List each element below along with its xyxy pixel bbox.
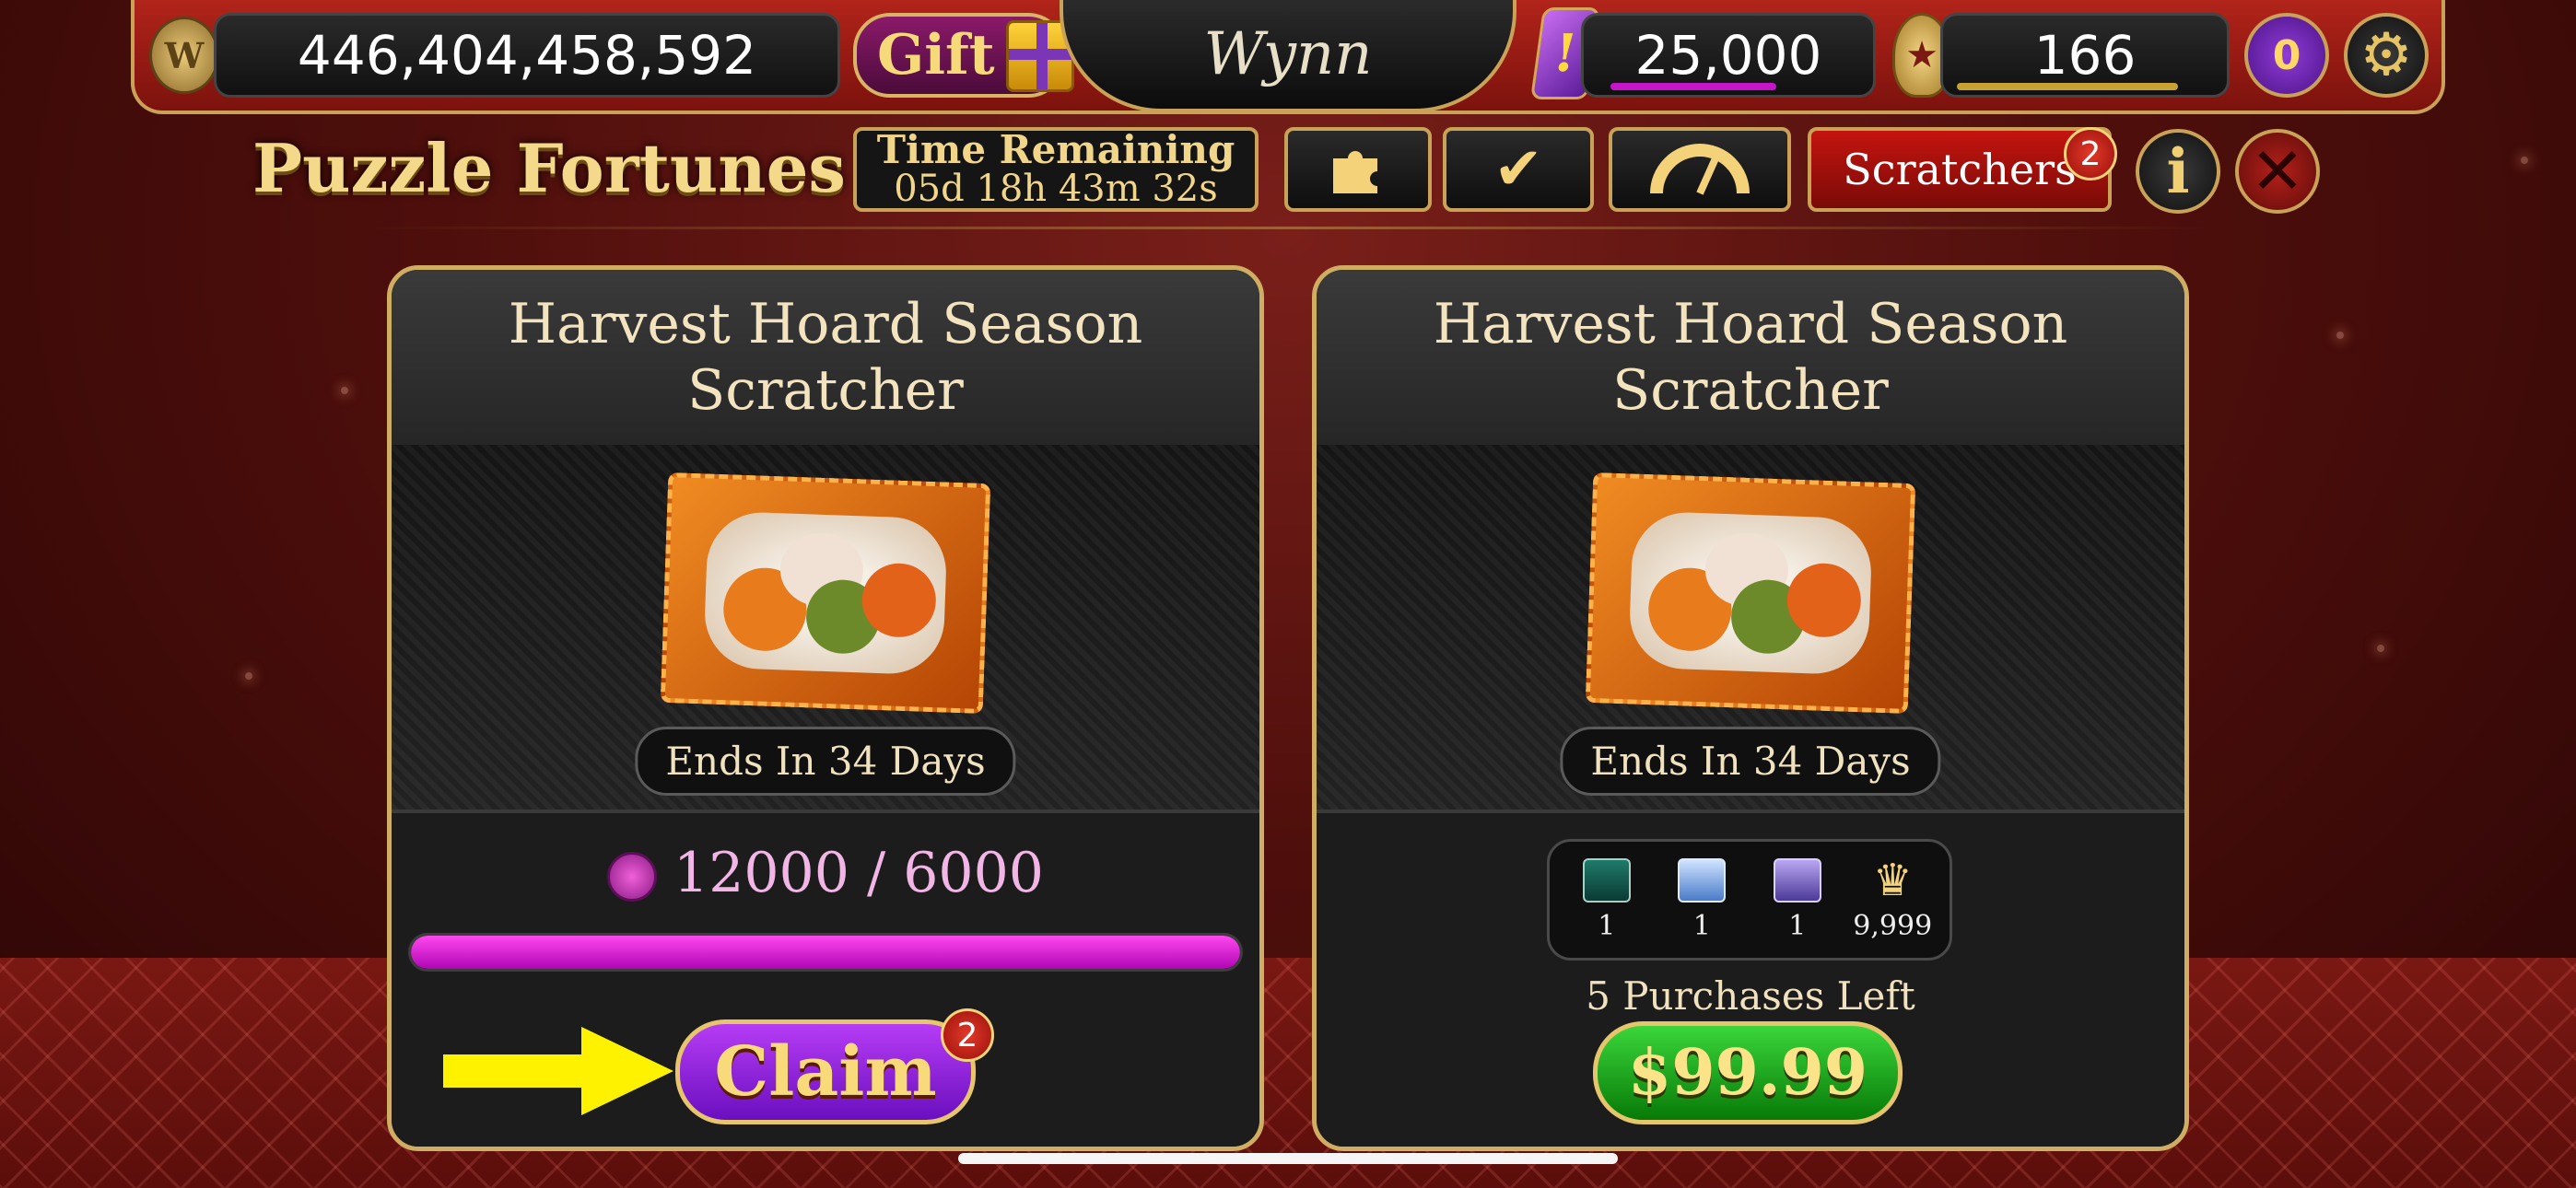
close-icon[interactable]: ✕ <box>2235 129 2320 214</box>
scratcher-token-icon <box>607 852 658 903</box>
time-remaining-value: 05d 18h 43m 32s <box>894 168 1218 210</box>
gift-button[interactable]: Gift <box>853 13 1074 98</box>
yellow-arrow-icon <box>443 1027 673 1115</box>
tab-scratchers-label: Scratchers <box>1843 145 2077 194</box>
reward-qty: 1 <box>1598 909 1616 942</box>
pumpkin-scratcher-ticket-image <box>660 472 991 715</box>
vip-button[interactable]: 0 <box>2244 13 2329 98</box>
reward-item: 1 <box>1656 857 1748 942</box>
card-art-area: Ends In 34 Days <box>1317 445 2184 813</box>
gift-label: Gift <box>877 23 995 87</box>
reward-qty: 1 <box>1692 909 1711 942</box>
scratcher-card-purchase: Harvest Hoard Season Scratcher Ends In 3… <box>1312 265 2189 1151</box>
scratchers-notification-badge: 2 <box>2064 127 2117 181</box>
tab-scratchers[interactable]: Scratchers <box>1808 127 2112 212</box>
coin-icon[interactable]: W <box>149 17 219 94</box>
pumpkin-scratcher-ticket-image <box>1585 472 1916 715</box>
tab-progress[interactable] <box>1609 127 1791 212</box>
buy-button[interactable]: $99.99 <box>1593 1021 1903 1124</box>
wynn-logo: Wynn <box>1060 0 1516 112</box>
sparkle-decoration <box>245 672 252 680</box>
crown-icon: ♛ <box>1872 854 1913 906</box>
progress-bar-fill <box>411 936 1240 969</box>
progress-text: 12000 / 6000 <box>673 841 1044 905</box>
tab-completed[interactable]: ✔ <box>1443 127 1594 212</box>
level-progress-bar <box>1957 83 2178 90</box>
progress-bar <box>408 933 1243 972</box>
blue-ticket-icon <box>1678 857 1727 903</box>
checkmark-icon: ✔ <box>1493 135 1543 204</box>
reward-item: ♛ 9,999 <box>1846 858 1938 942</box>
claim-notification-badge: 2 <box>941 1008 994 1062</box>
ends-in-label: Ends In 34 Days <box>635 727 1016 796</box>
home-indicator[interactable] <box>958 1153 1618 1164</box>
card-art-area: Ends In 34 Days <box>392 445 1259 813</box>
header-divider <box>369 227 2211 229</box>
time-remaining-label: Time Remaining <box>876 127 1235 172</box>
sparkle-decoration <box>341 387 348 394</box>
reward-list: 1 1 1 ♛ 9,999 <box>1547 839 1952 961</box>
purchases-left-label: 5 Purchases Left <box>1586 973 1915 1019</box>
ends-in-label: Ends In 34 Days <box>1560 727 1941 796</box>
reward-item: 1 <box>1561 857 1653 942</box>
progress-label: 12000 / 6000 <box>392 841 1259 905</box>
coin-balance: 446,404,458,592 <box>214 13 840 98</box>
gauge-icon <box>1650 144 1750 195</box>
info-icon[interactable]: i <box>2136 129 2220 214</box>
card-title: Harvest Hoard Season Scratcher <box>1317 270 2184 445</box>
sparkle-decoration <box>2336 332 2344 339</box>
card-footer: 12000 / 6000 Claim 2 <box>392 813 1259 1147</box>
time-remaining-box: Time Remaining 05d 18h 43m 32s <box>853 127 1259 212</box>
purple-ticket-icon <box>1773 857 1821 903</box>
reward-qty: 9,999 <box>1853 909 1933 942</box>
green-ticket-icon <box>1582 857 1631 903</box>
sparkle-decoration <box>2521 157 2528 164</box>
reward-qty: 1 <box>1788 909 1807 942</box>
gem-progress-bar <box>1610 83 1776 90</box>
card-title: Harvest Hoard Season Scratcher <box>392 270 1259 445</box>
puzzle-piece-icon <box>1333 151 1377 193</box>
tab-puzzle[interactable] <box>1284 127 1432 212</box>
card-footer: 1 1 1 ♛ 9,999 5 Purchases Left $99.99 <box>1317 813 2184 1147</box>
reward-item: 1 <box>1751 857 1844 942</box>
gear-icon[interactable]: ⚙ <box>2344 13 2429 98</box>
sparkle-decoration <box>2377 645 2384 652</box>
scratcher-card-claim: Harvest Hoard Season Scratcher Ends In 3… <box>387 265 1264 1151</box>
page-title: Puzzle Fortunes <box>252 129 846 207</box>
claim-button[interactable]: Claim <box>675 1019 976 1124</box>
